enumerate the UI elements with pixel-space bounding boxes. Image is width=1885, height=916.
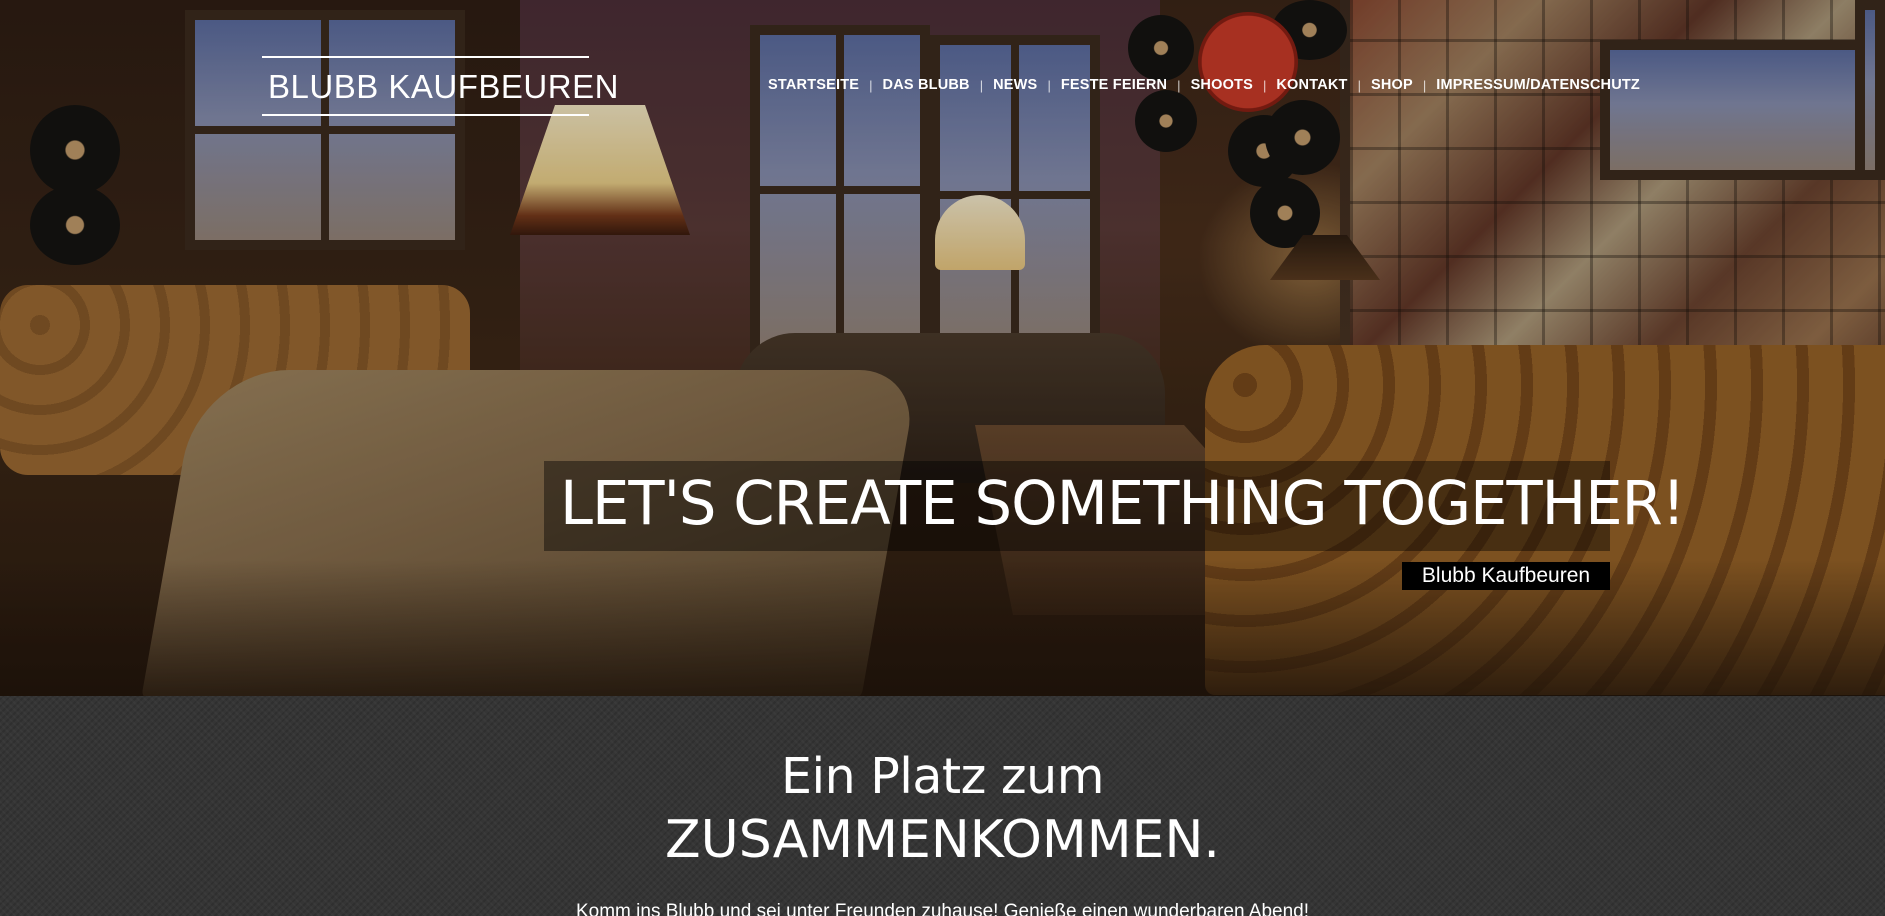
main-nav: STARTSEITE | DAS BLUBB | NEWS | FESTE FE…: [768, 74, 1640, 96]
nav-separator: |: [869, 77, 873, 93]
nav-item-news[interactable]: NEWS: [993, 77, 1037, 93]
hero-headline-box: LET'S CREATE SOMETHING TOGETHER!: [544, 461, 1685, 551]
hero-headline: LET'S CREATE SOMETHING TOGETHER!: [560, 468, 1685, 539]
nav-separator: |: [979, 77, 984, 93]
nav-item-impressum-datenschutz[interactable]: IMPRESSUM/DATENSCHUTZ: [1436, 77, 1640, 93]
nav-item-shoots[interactable]: SHOOTS: [1191, 77, 1253, 93]
hero-subtitle-badge: Blubb Kaufbeuren: [1402, 562, 1610, 590]
nav-separator: |: [1263, 77, 1267, 93]
nav-item-feste-feiern[interactable]: FESTE FEIERN: [1061, 77, 1167, 93]
section-title-line1: Ein Platz zum: [781, 748, 1104, 805]
nav-item-kontakt[interactable]: KONTAKT: [1276, 77, 1347, 93]
nav-item-startseite[interactable]: STARTSEITE: [768, 77, 859, 93]
hero-image: BLUBB KAUFBEUREN STARTSEITE | DAS BLUBB …: [0, 0, 1885, 696]
nav-item-das-blubb[interactable]: DAS BLUBB: [883, 77, 970, 93]
site-logo[interactable]: BLUBB KAUFBEUREN: [262, 56, 618, 116]
nav-separator: |: [1177, 77, 1181, 93]
section-text: Komm ins Blubb und sei unter Freunden zu…: [575, 901, 1310, 916]
section-title-line2: ZUSAMMENKOMMEN.: [665, 810, 1220, 870]
logo-text: BLUBB KAUFBEUREN: [268, 68, 619, 105]
page: BLUBB KAUFBEUREN STARTSEITE | DAS BLUBB …: [0, 0, 1885, 916]
nav-separator: |: [1422, 77, 1427, 93]
nav-separator: |: [1357, 77, 1361, 93]
intro-section: Ein Platz zum ZUSAMMENKOMMEN. Komm ins B…: [0, 696, 1885, 916]
nav-item-shop[interactable]: SHOP: [1371, 77, 1413, 93]
nav-separator: |: [1047, 77, 1051, 93]
